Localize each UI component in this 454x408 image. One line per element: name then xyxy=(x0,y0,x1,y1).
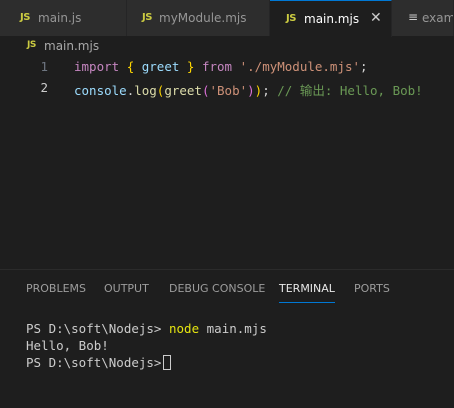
string-token: './myModule.mjs' xyxy=(239,59,361,74)
string-token: 'Bob' xyxy=(209,83,248,98)
tab-debug-console[interactable]: DEBUG CONSOLE xyxy=(169,282,265,295)
editor-tab-bar: JS main.js JS myModule.mjs JS main.mjs ✕… xyxy=(0,0,454,37)
tab-terminal[interactable]: TERMINAL xyxy=(279,282,335,303)
terminal-line: PS D:\soft\Nodejs> node main.mjs xyxy=(26,321,267,339)
function-token: greet xyxy=(164,83,202,98)
tab-label: myModule.mjs xyxy=(159,11,247,25)
tab-ports[interactable]: PORTS xyxy=(354,282,390,295)
brace-token: } xyxy=(186,59,195,74)
code-content: console.log(greet('Bob')); // 输出: Hello,… xyxy=(74,80,423,99)
line-number: 1 xyxy=(40,59,48,74)
tab-label: exam xyxy=(422,11,454,25)
bottom-panel: PROBLEMS OUTPUT DEBUG CONSOLE TERMINAL P… xyxy=(0,269,454,408)
paren-token: ) xyxy=(247,83,255,98)
terminal-output: Hello, Bob! xyxy=(26,338,109,353)
tab-exam[interactable]: ≡ exam xyxy=(392,0,454,36)
keyword-token: import xyxy=(74,59,120,74)
code-content: import { greet } from './myModule.mjs'; xyxy=(74,59,368,74)
function-token: log xyxy=(134,83,157,98)
paren-token: ( xyxy=(201,83,210,98)
tab-label: main.mjs xyxy=(304,12,360,26)
terminal-command: node xyxy=(169,321,200,336)
breadcrumb-file[interactable]: main.mjs xyxy=(44,39,99,53)
identifier-token: console xyxy=(74,83,127,98)
terminal-prompt: PS D:\soft\Nodejs> xyxy=(26,321,162,336)
tab-label: main.js xyxy=(38,11,82,25)
punctuation-token: ; xyxy=(360,59,368,74)
code-line: 2 console.log(greet('Bob')); // 输出: Hell… xyxy=(0,78,454,99)
javascript-file-icon: JS xyxy=(20,12,30,23)
punctuation-token: ; xyxy=(262,83,270,98)
tab-main-mjs[interactable]: JS main.mjs ✕ xyxy=(270,0,392,37)
identifier-token: greet xyxy=(141,59,180,74)
close-icon[interactable]: ✕ xyxy=(370,10,382,26)
brace-token: { xyxy=(126,59,135,74)
terminal-line: PS D:\soft\Nodejs> xyxy=(26,355,172,373)
list-icon: ≡ xyxy=(408,10,419,24)
code-editor[interactable]: 1 import { greet } from './myModule.mjs'… xyxy=(0,57,454,269)
terminal-command-arg: main.mjs xyxy=(206,321,267,336)
tab-output[interactable]: OUTPUT xyxy=(104,282,149,295)
tab-mymodule-mjs[interactable]: JS myModule.mjs xyxy=(127,0,270,36)
javascript-file-icon: JS xyxy=(286,13,296,24)
keyword-token: from xyxy=(201,59,233,74)
tab-problems[interactable]: PROBLEMS xyxy=(26,282,86,295)
javascript-file-icon: JS xyxy=(27,40,36,50)
breadcrumb[interactable]: JS main.mjs xyxy=(0,37,454,57)
tab-main-js[interactable]: JS main.js xyxy=(0,0,127,36)
terminal-prompt: PS D:\soft\Nodejs> xyxy=(26,355,162,370)
terminal-cursor xyxy=(163,355,172,370)
javascript-file-icon: JS xyxy=(142,12,152,23)
code-line: 1 import { greet } from './myModule.mjs'… xyxy=(0,57,454,78)
line-number: 2 xyxy=(40,80,48,95)
comment-token: // 输出: Hello, Bob! xyxy=(277,83,423,98)
